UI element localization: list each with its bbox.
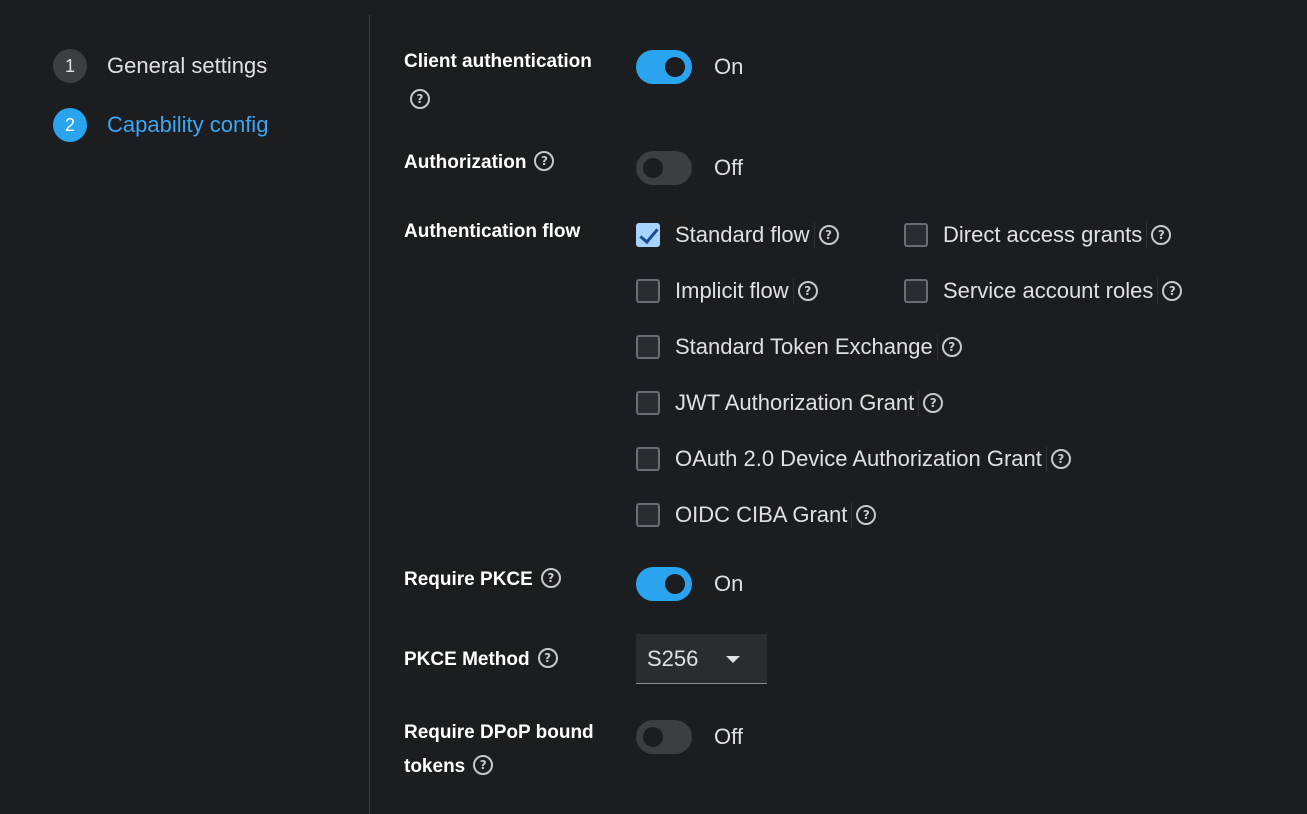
checkbox-label: OAuth 2.0 Device Authorization Grant (675, 446, 1047, 472)
toggle-knob (643, 158, 663, 178)
checkbox-label: Service account roles (943, 278, 1159, 304)
service-account-roles-option: Service account roles ? (904, 276, 1183, 306)
help-icon[interactable]: ? (410, 89, 430, 109)
jwt-authorization-grant-checkbox[interactable] (636, 391, 660, 415)
step-label: General settings (107, 53, 268, 78)
caret-down-icon (726, 656, 740, 663)
help-icon[interactable]: ? (818, 225, 839, 245)
help-icon[interactable]: ? (537, 647, 558, 668)
checkbox-label: JWT Authorization Grant (675, 390, 920, 416)
standard-flow-option: Standard flow ? (636, 220, 839, 250)
checkbox-label: Standard Token Exchange (675, 334, 938, 360)
service-account-roles-checkbox[interactable] (904, 279, 928, 303)
oauth-device-grant-checkbox[interactable] (636, 447, 660, 471)
toggle-knob (665, 57, 685, 77)
require-pkce-label: Require PKCE? (404, 563, 561, 597)
help-icon[interactable]: ? (473, 754, 494, 775)
oidc-ciba-grant-checkbox[interactable] (636, 503, 660, 527)
direct-access-grants-checkbox[interactable] (904, 223, 928, 247)
help-icon[interactable]: ? (1050, 449, 1071, 469)
step-label: Capability config (107, 112, 269, 137)
step-number: 1 (53, 49, 87, 83)
implicit-flow-checkbox[interactable] (636, 279, 660, 303)
standard-token-exchange-option: Standard Token Exchange ? (636, 332, 962, 362)
oidc-ciba-grant-option: OIDC CIBA Grant ? (636, 500, 877, 530)
help-icon[interactable]: ? (797, 281, 818, 301)
checkbox-label: OIDC CIBA Grant (675, 502, 853, 528)
client-authentication-toggle[interactable] (636, 50, 692, 84)
checkbox-label: Implicit flow (675, 278, 794, 304)
step-general-settings[interactable]: 1 General settings (53, 49, 267, 83)
require-pkce-toggle[interactable] (636, 567, 692, 601)
standard-flow-checkbox[interactable] (636, 223, 660, 247)
authentication-flow-label: Authentication flow (404, 221, 581, 242)
pkce-method-select[interactable]: S256 (636, 634, 767, 684)
require-dpop-state: Off (714, 724, 743, 749)
require-pkce-state: On (714, 571, 744, 596)
direct-access-grants-option: Direct access grants ? (904, 220, 1172, 250)
help-icon[interactable]: ? (923, 393, 944, 413)
help-icon[interactable]: ? (540, 567, 561, 588)
toggle-knob (665, 574, 685, 594)
sidebar-divider (369, 15, 370, 814)
client-authentication-label: Client authentication (404, 51, 592, 72)
step-capability-config[interactable]: 2 Capability config (53, 108, 268, 142)
help-icon[interactable]: ? (1162, 281, 1183, 301)
oauth-device-grant-option: OAuth 2.0 Device Authorization Grant ? (636, 444, 1071, 474)
require-dpop-toggle[interactable] (636, 720, 692, 754)
require-dpop-label: Require DPoP bound (404, 722, 594, 743)
pkce-method-label: PKCE Method? (404, 643, 558, 677)
implicit-flow-option: Implicit flow ? (636, 276, 818, 306)
checkbox-label: Direct access grants (943, 222, 1148, 248)
help-icon[interactable]: ? (1151, 225, 1172, 245)
authorization-toggle[interactable] (636, 151, 692, 185)
pkce-method-value: S256 (647, 645, 699, 671)
standard-token-exchange-checkbox[interactable] (636, 335, 660, 359)
help-icon[interactable]: ? (856, 505, 877, 525)
require-dpop-label-line2: tokens? (404, 750, 494, 784)
jwt-authorization-grant-option: JWT Authorization Grant ? (636, 388, 944, 418)
authorization-state: Off (714, 155, 743, 180)
toggle-knob (643, 727, 663, 747)
client-authentication-state: On (714, 54, 744, 79)
checkbox-label: Standard flow (675, 222, 815, 248)
help-icon[interactable]: ? (941, 337, 962, 357)
authorization-label: Authorization? (404, 146, 555, 180)
step-number: 2 (53, 108, 87, 142)
help-icon[interactable]: ? (534, 150, 555, 171)
